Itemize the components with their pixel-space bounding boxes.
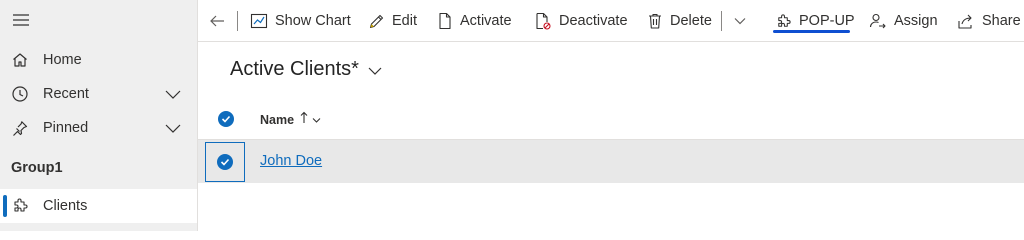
command-bar: Show Chart Edit Activate Deactivate Dele… — [198, 0, 1024, 42]
sidebar-item-clients[interactable]: Clients — [0, 189, 197, 223]
document-blocked-icon — [534, 12, 552, 30]
popup-label: POP-UP — [799, 13, 855, 29]
trash-icon — [647, 12, 663, 30]
delete-label: Delete — [670, 13, 712, 29]
share-button[interactable]: Share — [957, 0, 1021, 42]
assign-label: Assign — [894, 13, 938, 29]
share-icon — [957, 13, 975, 30]
puzzle-icon — [775, 13, 792, 30]
share-label: Share — [982, 13, 1021, 29]
pencil-icon — [368, 13, 385, 30]
show-chart-button[interactable]: Show Chart — [250, 0, 351, 42]
clock-icon — [10, 85, 30, 103]
person-arrow-icon — [869, 12, 887, 30]
row-checkbox-cell[interactable] — [205, 142, 245, 182]
back-button[interactable] — [208, 0, 226, 42]
chevron-down-icon[interactable] — [367, 64, 383, 76]
chevron-down-icon — [312, 111, 321, 129]
popup-active-underline — [773, 30, 850, 33]
sidebar-item-recent[interactable]: Recent — [0, 77, 197, 111]
hamburger-menu-icon[interactable] — [12, 12, 30, 28]
grid-header: Name — [198, 100, 1024, 140]
sort-ascending-icon — [300, 111, 308, 129]
column-header-name[interactable]: Name — [260, 111, 321, 129]
delete-button[interactable]: Delete — [647, 0, 712, 42]
chevron-down-icon[interactable] — [163, 121, 183, 135]
chart-icon — [250, 12, 268, 30]
activate-button[interactable]: Activate — [437, 0, 512, 42]
row-checkbox[interactable] — [217, 154, 233, 170]
pin-icon — [10, 119, 30, 137]
edit-label: Edit — [392, 13, 417, 29]
more-commands-button[interactable] — [733, 0, 747, 42]
sidebar-item-label: Home — [43, 52, 82, 68]
sidebar-item-label: Recent — [43, 86, 89, 102]
deactivate-label: Deactivate — [559, 13, 628, 29]
table-row[interactable]: John Doe — [198, 140, 1024, 183]
sidebar-item-pinned[interactable]: Pinned — [0, 111, 197, 145]
sidebar-item-label: Clients — [43, 198, 88, 214]
puzzle-icon — [10, 197, 30, 215]
column-header-label: Name — [260, 113, 295, 127]
sidebar-group-label: Group1 — [11, 160, 63, 176]
home-icon — [10, 51, 30, 69]
assign-button[interactable]: Assign — [869, 0, 938, 42]
chevron-down-icon[interactable] — [163, 87, 183, 101]
view-title[interactable]: Active Clients* — [230, 58, 359, 81]
sidebar-item-home[interactable]: Home — [0, 43, 197, 77]
sidebar-item-label: Pinned — [43, 120, 89, 136]
record-name-link[interactable]: John Doe — [260, 153, 322, 169]
deactivate-button[interactable]: Deactivate — [534, 0, 628, 42]
divider — [237, 11, 238, 31]
sidebar: Home Recent Pinned Group1 Clients — [0, 0, 198, 231]
back-arrow-icon — [208, 14, 226, 28]
selection-indicator — [3, 195, 7, 217]
divider — [721, 11, 722, 31]
edit-button[interactable]: Edit — [368, 0, 417, 42]
chevron-down-icon — [733, 16, 747, 26]
document-icon — [437, 12, 453, 30]
popup-button[interactable]: POP-UP — [775, 0, 855, 42]
show-chart-label: Show Chart — [275, 13, 351, 29]
activate-label: Activate — [460, 13, 512, 29]
select-all-checkbox[interactable] — [218, 111, 234, 127]
